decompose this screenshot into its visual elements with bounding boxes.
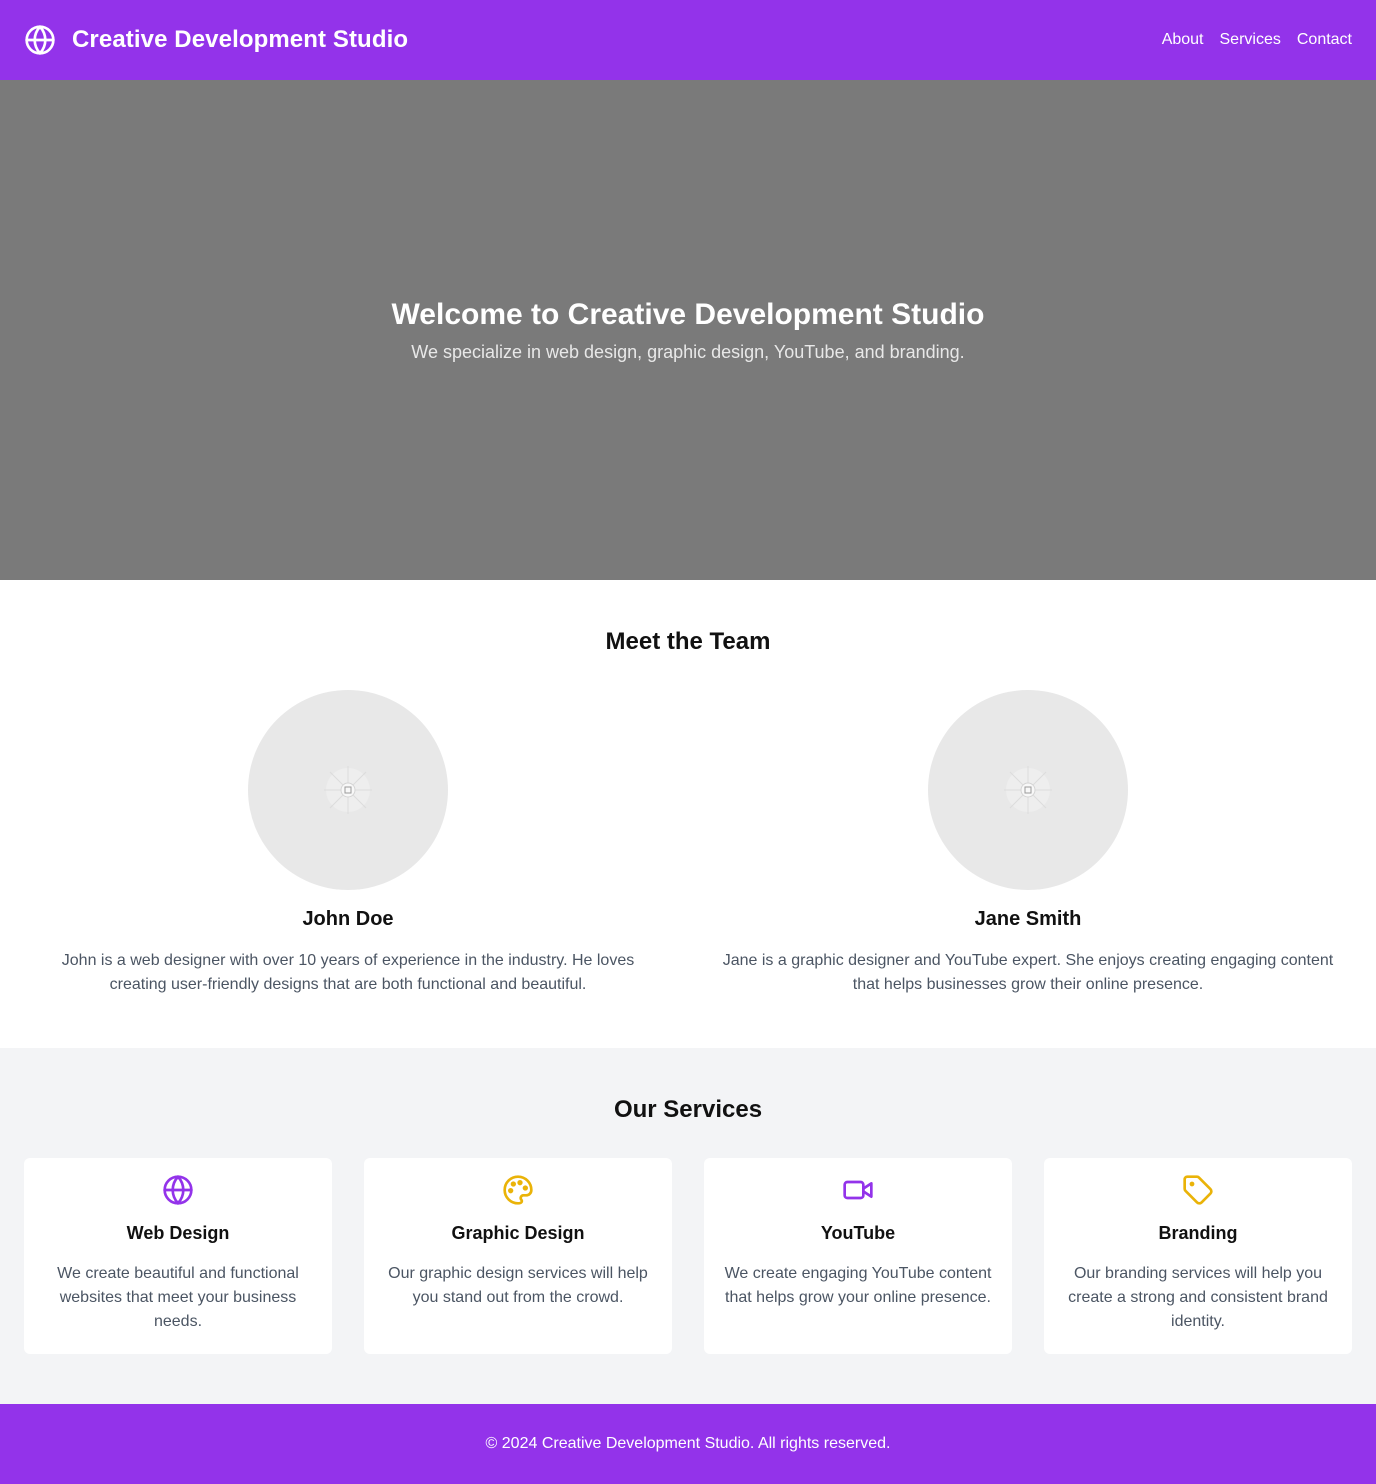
service-card-branding: Branding Our branding services will help… <box>1044 1158 1352 1354</box>
team-grid: John Doe John is a web designer with ove… <box>24 690 1352 997</box>
avatar <box>248 690 448 890</box>
service-title: Web Design <box>126 1223 230 1243</box>
globe-icon <box>162 1174 194 1211</box>
service-card-web-design: Web Design We create beautiful and funct… <box>24 1158 332 1354</box>
member-name: John Doe <box>302 908 394 930</box>
service-description: We create engaging YouTube content that … <box>724 1265 992 1306</box>
nav-link-about[interactable]: About <box>1162 31 1204 49</box>
service-title: Graphic Design <box>451 1223 585 1243</box>
service-description: Our graphic design services will help yo… <box>388 1265 648 1306</box>
brand[interactable]: Creative Development Studio <box>24 24 408 56</box>
team-heading: Meet the Team <box>605 628 771 655</box>
hero-title: Welcome to Creative Development Studio <box>391 297 985 331</box>
services-heading: Our Services <box>613 1096 763 1123</box>
hero-section: Welcome to Creative Development Studio W… <box>0 80 1376 580</box>
team-member-card: John Doe John is a web designer with ove… <box>24 690 672 997</box>
nav-link-services[interactable]: Services <box>1220 31 1281 49</box>
tag-icon <box>1182 1174 1214 1211</box>
service-title: YouTube <box>820 1223 896 1243</box>
image-placeholder-icon <box>324 766 372 814</box>
service-card-youtube: YouTube We create engaging YouTube conte… <box>704 1158 1012 1354</box>
member-bio: John is a web designer with over 10 year… <box>61 952 635 993</box>
service-card-graphic-design: Graphic Design Our graphic design servic… <box>364 1158 672 1354</box>
member-bio: Jane is a graphic designer and YouTube e… <box>722 952 1334 993</box>
avatar <box>928 690 1128 890</box>
palette-icon <box>502 1174 534 1211</box>
main-nav: About Services Contact <box>1162 31 1352 49</box>
site-header: Creative Development Studio About Servic… <box>0 0 1376 80</box>
site-footer: © 2024 Creative Development Studio. All … <box>0 1404 1376 1484</box>
services-grid: Web Design We create beautiful and funct… <box>24 1158 1352 1354</box>
globe-icon <box>24 24 56 56</box>
image-placeholder-icon <box>1004 766 1052 814</box>
service-description: Our branding services will help you crea… <box>1068 1265 1328 1330</box>
copyright-text: © 2024 Creative Development Studio. All … <box>485 1435 891 1452</box>
team-member-card: Jane Smith Jane is a graphic designer an… <box>704 690 1352 997</box>
service-title: Branding <box>1158 1223 1238 1243</box>
nav-link-contact[interactable]: Contact <box>1297 31 1352 49</box>
hero-subtitle: We specialize in web design, graphic des… <box>411 341 965 362</box>
member-name: Jane Smith <box>974 908 1082 930</box>
site-title: Creative Development Studio <box>72 26 409 53</box>
service-description: We create beautiful and functional websi… <box>57 1265 299 1330</box>
team-section: Meet the Team John Doe John is a web des… <box>0 580 1376 1048</box>
video-icon <box>842 1174 874 1211</box>
services-section: Our Services Web Design We create beauti… <box>0 1048 1376 1404</box>
